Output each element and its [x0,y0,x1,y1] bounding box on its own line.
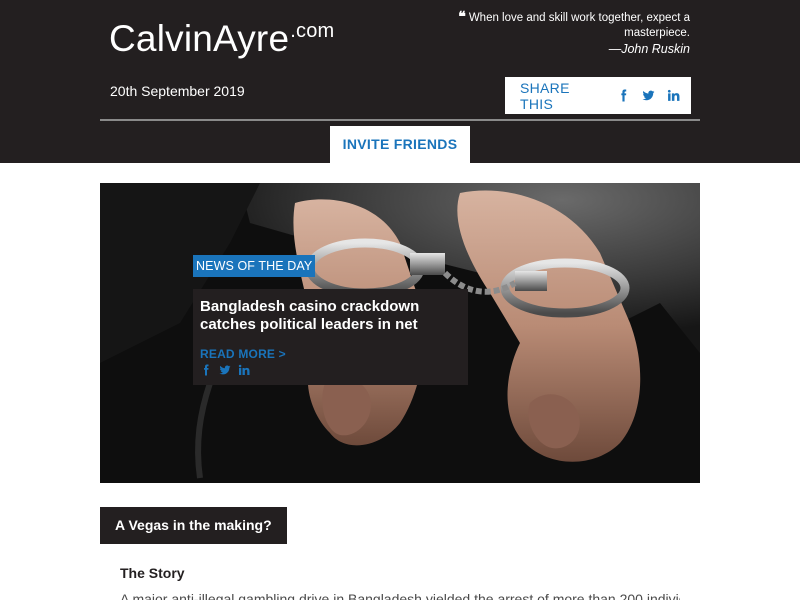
hero-social-icons [200,364,461,376]
linkedin-icon[interactable] [238,364,250,376]
section-heading: A Vegas in the making? [100,507,287,544]
brand-logo[interactable]: CalvinAyre.com [109,18,334,60]
header-quote: ❝ When love and skill work together, expe… [430,10,690,57]
brand-name: CalvinAyre [109,18,290,59]
facebook-icon[interactable] [200,364,212,376]
issue-date: 20th September 2019 [110,83,245,99]
brand-suffix: .com [290,20,335,42]
twitter-icon[interactable] [219,364,231,376]
hero-title[interactable]: Bangladesh casino crackdown catches poli… [200,298,461,334]
linkedin-icon[interactable] [666,89,680,103]
invite-friends-button[interactable]: INVITE FRIENDS [330,126,470,163]
hero-card: Bangladesh casino crackdown catches poli… [193,289,468,385]
quote-author: —John Ruskin [608,42,690,56]
read-more-link[interactable]: READ MORE > [200,347,461,361]
quote-text: When love and skill work together, expec… [468,12,690,39]
news-of-the-day-tag: NEWS OF THE DAY [193,255,316,277]
share-label: SHARE THIS [520,79,570,112]
facebook-icon[interactable] [617,89,631,103]
header-divider [100,119,700,121]
twitter-icon[interactable] [642,89,656,103]
share-box: SHARE THIS [505,77,691,114]
email-header: CalvinAyre.com ❝ When love and skill work… [0,0,800,163]
hero-banner[interactable]: NEWS OF THE DAY Bangladesh casino crackd… [100,183,700,483]
story-text: A major anti-illegal gambling drive in B… [120,591,680,600]
story-title: The Story [120,565,185,581]
quote-mark-icon: ❝ [458,9,466,25]
